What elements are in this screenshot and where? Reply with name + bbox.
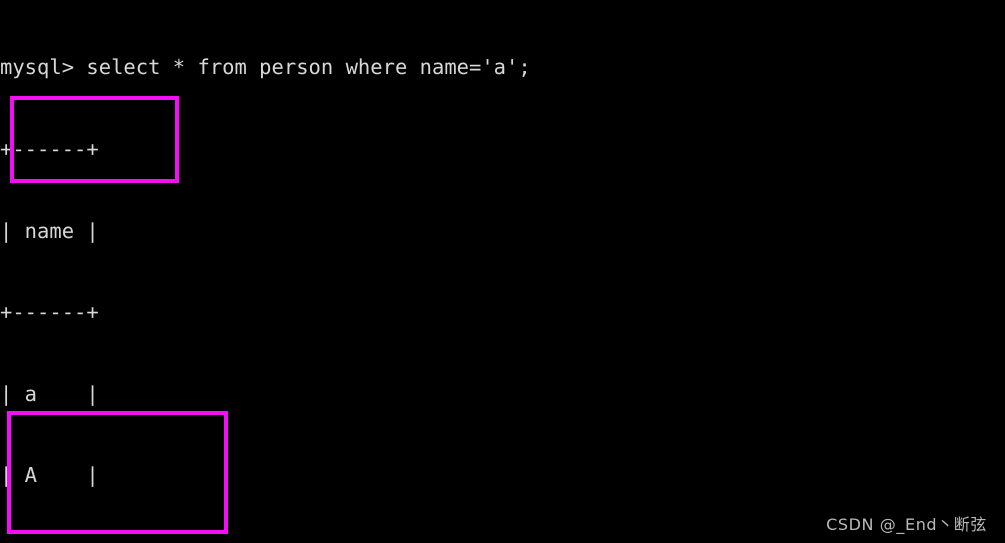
terminal-screen: mysql> select * from person where name='… [0,0,1005,543]
terminal-output[interactable]: mysql> select * from person where name='… [0,0,1005,543]
terminal-line: | a | [0,381,99,406]
terminal-line: | name | [0,218,99,243]
terminal-line: +------+ [0,300,99,325]
terminal-line: | A | [0,463,99,488]
csdn-watermark: CSDN @_End丶断弦 [826,515,987,534]
terminal-line: mysql> select * from person where name='… [0,55,531,80]
terminal-line: +------+ [0,137,99,161]
